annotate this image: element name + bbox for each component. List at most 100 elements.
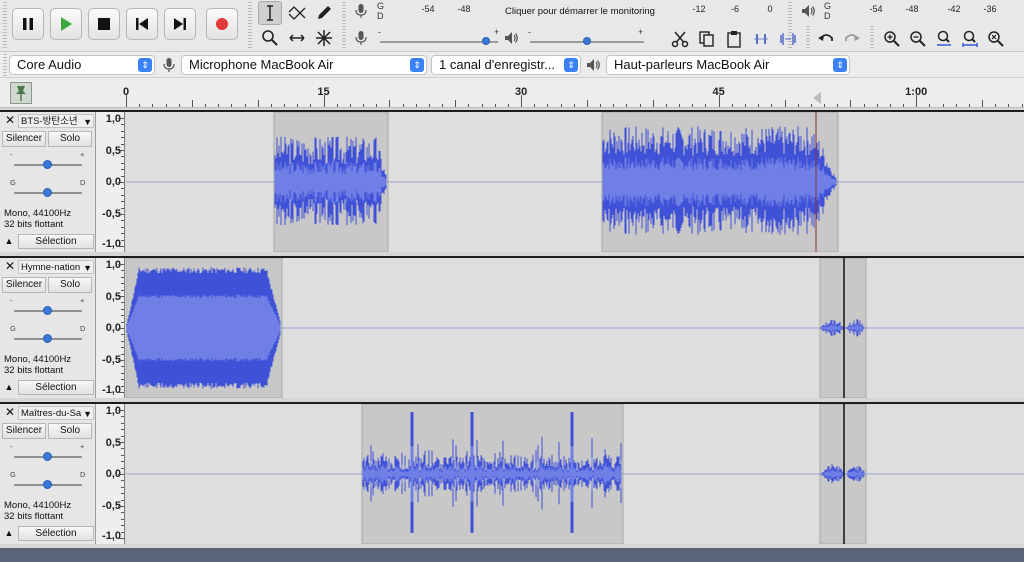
pan-slider-knob[interactable]	[43, 188, 52, 197]
pause-button[interactable]	[12, 8, 44, 40]
amplitude-tick	[121, 416, 124, 418]
record-volume-button[interactable]	[350, 27, 372, 49]
pin-playhead-button[interactable]	[10, 82, 32, 104]
collapse-track-button[interactable]: ▲	[2, 380, 16, 394]
gain-slider-knob[interactable]	[43, 160, 52, 169]
record-volume-knob[interactable]	[482, 37, 491, 45]
fit-project-button[interactable]	[958, 27, 982, 51]
playback-volume-button[interactable]	[500, 27, 522, 49]
record-button[interactable]	[206, 8, 238, 40]
gain-slider-knob[interactable]	[43, 306, 52, 315]
track-name-menu[interactable]: BTS-방탄소년 ▼	[18, 114, 94, 128]
timeline-tick	[310, 104, 312, 107]
audio-host-select[interactable]: Core Audio ⇕	[9, 55, 155, 75]
playback-meter-button[interactable]	[797, 0, 819, 22]
speaker-icon	[802, 5, 815, 17]
mute-button[interactable]: Silencer	[2, 131, 46, 147]
timeline-tick	[336, 104, 338, 107]
skip-to-end-button[interactable]	[164, 8, 196, 40]
skip-to-end-icon	[174, 18, 186, 30]
waveform-area[interactable]	[126, 404, 1024, 544]
amplitude-ruler[interactable]: 1,0 0,5 0,0 -0,5 -1,0	[96, 258, 125, 398]
amplitude-tick	[121, 385, 124, 387]
close-track-button[interactable]: ✕	[3, 260, 17, 274]
collapse-track-button[interactable]: ▲	[2, 526, 16, 540]
toolbar-grip[interactable]	[248, 2, 252, 50]
stop-button[interactable]	[88, 8, 120, 40]
timeline-tick	[679, 104, 681, 107]
draw-tool-button[interactable]	[312, 1, 336, 25]
recording-channels-select[interactable]: 1 canal d'enregistr... ⇕	[431, 55, 581, 75]
track-format: Mono, 44100Hz	[4, 500, 72, 511]
toolbar-grip[interactable]	[3, 54, 7, 76]
cut-button[interactable]	[668, 27, 692, 51]
zoom-out-button[interactable]	[906, 27, 930, 51]
close-track-button[interactable]: ✕	[3, 406, 17, 420]
close-track-button[interactable]: ✕	[3, 114, 17, 128]
timeline-tick	[481, 104, 483, 107]
fit-selection-button[interactable]	[932, 27, 956, 51]
silence-button[interactable]	[776, 27, 800, 51]
pan-right-label: D	[80, 470, 86, 479]
audio-track[interactable]: ✕ Hymne-nation ▼ Silencer Solo - + G D M…	[0, 256, 1024, 398]
selection-tool-button[interactable]	[258, 1, 282, 25]
envelope-tool-button[interactable]	[285, 1, 309, 25]
select-chevron-icon: ⇕	[138, 58, 152, 72]
fit-project-icon	[962, 30, 978, 47]
solo-button[interactable]: Solo	[48, 277, 92, 293]
paste-button[interactable]	[722, 27, 746, 51]
playback-volume-knob[interactable]	[583, 37, 591, 45]
pan-slider-knob[interactable]	[43, 480, 52, 489]
timeline-tick	[731, 104, 733, 107]
amplitude-ruler[interactable]: 1,0 0,5 0,0 -0,5 -1,0	[96, 404, 125, 544]
timeline-tick	[323, 95, 325, 107]
audio-track[interactable]: ✕ Maîtres-du-Sa ▼ Silencer Solo - + G D …	[0, 402, 1024, 544]
redo-button[interactable]	[840, 27, 864, 51]
waveform-area[interactable]	[126, 112, 1024, 252]
pan-slider-knob[interactable]	[43, 334, 52, 343]
select-track-button[interactable]: Sélection	[18, 234, 94, 249]
toolbar-grip[interactable]	[3, 2, 7, 50]
collapse-track-button[interactable]: ▲	[2, 234, 16, 248]
record-meter[interactable]: -54 -48 Cliquer pour démarrer le monitor…	[385, 0, 665, 22]
play-button[interactable]	[50, 8, 82, 40]
toolbar-grip[interactable]	[870, 26, 874, 50]
record-volume-slider[interactable]	[380, 41, 498, 43]
timeshift-tool-button[interactable]	[285, 26, 309, 50]
copy-button[interactable]	[695, 27, 719, 51]
mute-button[interactable]: Silencer	[2, 423, 46, 439]
amplitude-tick	[121, 169, 124, 171]
mute-button[interactable]: Silencer	[2, 277, 46, 293]
solo-button[interactable]: Solo	[48, 131, 92, 147]
amplitude-tick	[121, 308, 124, 310]
toolbar-grip[interactable]	[342, 2, 346, 50]
record-meter-button[interactable]	[350, 0, 372, 22]
timeline-tick	[521, 95, 523, 107]
track-name-menu[interactable]: Hymne-nation ▼	[18, 260, 94, 274]
zoom-toggle-icon	[988, 31, 1004, 47]
recording-device-select[interactable]: Microphone MacBook Air ⇕	[181, 55, 427, 75]
zoom-tool-button[interactable]	[258, 26, 282, 50]
collapse-arrow-icon: ▲	[4, 528, 14, 538]
timeline-ruler[interactable]: 0 15 30 45 1:00	[0, 78, 1024, 108]
zoom-toggle-button[interactable]	[984, 27, 1008, 51]
select-track-button[interactable]: Sélection	[18, 380, 94, 395]
waveform-area[interactable]	[126, 258, 1024, 398]
audio-track[interactable]: ✕ BTS-방탄소년 ▼ Silencer Solo - + G D Mono,…	[0, 110, 1024, 252]
skip-to-start-button[interactable]	[126, 8, 158, 40]
waveform-rms	[126, 294, 281, 362]
playback-device-select[interactable]: Haut-parleurs MacBook Air ⇕	[606, 55, 850, 75]
undo-button[interactable]	[814, 27, 838, 51]
gain-slider-knob[interactable]	[43, 452, 52, 461]
amplitude-tick	[121, 162, 124, 164]
trim-button[interactable]	[749, 27, 773, 51]
toolbar-grip[interactable]	[806, 26, 810, 50]
zoom-in-button[interactable]	[880, 27, 904, 51]
timeline-tick	[982, 100, 984, 107]
amplitude-ruler[interactable]: 1,0 0,5 0,0 -0,5 -1,0	[96, 112, 125, 252]
select-track-button[interactable]: Sélection	[18, 526, 94, 541]
playback-meter[interactable]: -54 -48 -42 -36	[833, 0, 1023, 22]
solo-button[interactable]: Solo	[48, 423, 92, 439]
track-name-menu[interactable]: Maîtres-du-Sa ▼	[18, 406, 94, 420]
multi-tool-button[interactable]	[312, 26, 336, 50]
